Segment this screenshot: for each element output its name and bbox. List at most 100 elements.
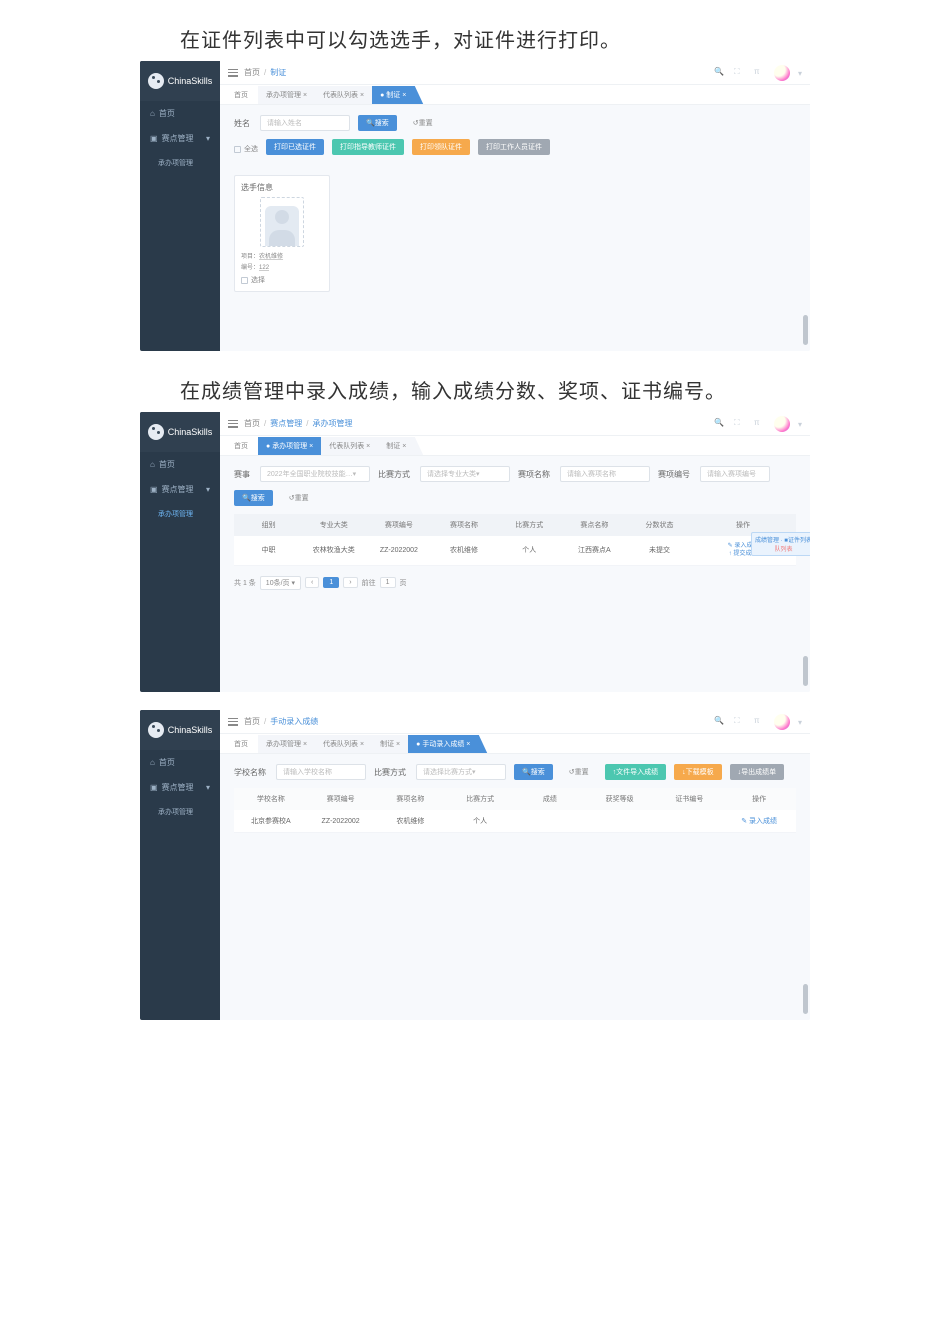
breadcrumb-home[interactable]: 首页 [244,716,260,727]
main-area: 首页 / 制证 🔍 ⛶ π ▾ 首页 承办项管理 × 代表队列表 × ● 制证 … [220,61,810,351]
hamburger-icon[interactable] [228,718,238,726]
filter-row: 学校名称 请输入学校名称 比赛方式 请选择比赛方式 ▾ 🔍 搜索 ↺ 重置 ↑ … [234,764,796,780]
font-icon[interactable]: π [754,67,766,79]
print-selected-button[interactable]: 打印已选证件 [266,139,324,155]
bc-sponsor-mgr[interactable]: 承办项管理 × [258,735,315,753]
pager-goto-input[interactable]: 1 [380,577,396,588]
pager-next[interactable]: › [343,577,357,588]
top-toolbar: 🔍 ⛶ π ▾ [714,416,802,432]
font-icon[interactable]: π [754,716,766,728]
print-team-button[interactable]: 打印领队证件 [412,139,470,155]
chevron-down-icon[interactable]: ▾ [798,69,802,78]
code-input[interactable]: 请输入赛项编号 [700,466,770,482]
search-button[interactable]: 🔍 搜索 [358,115,397,131]
td-status: 未提交 [629,545,690,555]
mode-select[interactable]: 请选择专业大类 ▾ [420,466,510,482]
filter-row: 赛事 2022年全国职业院校技能… ▾ 比赛方式 请选择专业大类 ▾ 赛项名称 … [234,466,796,482]
topbar: 首页 / 手动录入成绩 🔍 ⛶ π ▾ [220,710,810,734]
bc-home[interactable]: 首页 [224,86,258,104]
pager-size[interactable]: 10条/页 ▾ [260,576,301,590]
import-file-button[interactable]: ↑ 文件导入成绩 [605,764,667,780]
th-mode: 比赛方式 [499,520,560,530]
print-staff-button[interactable]: 打印工作人员证件 [478,139,550,155]
search-button[interactable]: 🔍 搜索 [234,490,273,506]
breadcrumb-home[interactable]: 首页 [244,67,260,78]
search-icon[interactable]: 🔍 [714,67,726,79]
reset-button[interactable]: ↺ 重置 [281,490,317,506]
reset-button[interactable]: ↺ 重置 [405,115,441,131]
sidebar-bureau[interactable]: 承办项管理 [140,502,220,526]
th-code: 赛项编号 [368,520,429,530]
download-template-button[interactable]: ↓ 下载模板 [674,764,722,780]
scrollbar-thumb[interactable] [803,656,808,686]
th-code: 赛项编号 [308,794,374,804]
bc-home[interactable]: 首页 [224,735,258,753]
home-icon: ⌂ [150,758,155,767]
search-icon[interactable]: 🔍 [714,716,726,728]
font-icon[interactable]: π [754,418,766,430]
reset-button[interactable]: ↺ 重置 [561,764,597,780]
action-enter-score[interactable]: ✎ 录入成绩 [726,816,792,826]
fullscreen-icon[interactable]: ⛶ [734,418,746,430]
select-all[interactable]: 全选 [234,144,258,154]
bc-cert[interactable]: 制证 × [378,437,414,455]
bc-sponsor-mgr-active[interactable]: ● 承办项管理 × [258,437,321,455]
school-input[interactable]: 请输入学校名称 [276,764,366,780]
content: 姓名 请输入姓名 🔍 搜索 ↺ 重置 全选 打印已选证件 打印指导教师证件 打印… [220,105,810,351]
sidebar-home[interactable]: ⌂首页 [140,750,220,775]
bc-cert[interactable]: 制证 × [372,735,408,753]
sidebar-home[interactable]: ⌂首页 [140,452,220,477]
breadcrumb-current: 制证 [270,67,286,78]
chevron-down-icon[interactable]: ▾ [798,718,802,727]
th-school: 学校名称 [238,794,304,804]
hamburger-icon[interactable] [228,69,238,77]
top-toolbar: 🔍 ⛶ π ▾ [714,714,802,730]
name-input[interactable]: 请输入姓名 [260,115,350,131]
scrollbar-thumb[interactable] [803,315,808,345]
code-label: 赛项编号 [658,469,690,480]
bc-manual-entry-active[interactable]: ● 手动录入成绩 × [408,735,478,753]
item-input[interactable]: 请输入赛项名称 [560,466,650,482]
hamburger-icon[interactable] [228,420,238,428]
chevron-down-icon[interactable]: ▾ [798,420,802,429]
breadcrumb-home[interactable]: 首页 [244,418,260,429]
th-name: 赛项名称 [433,520,494,530]
bc-sponsor-mgr[interactable]: 承办项管理 × [258,86,315,104]
bc-team-list[interactable]: 代表队列表 × [315,735,372,753]
screenshot-score-mgr: ChinaSkills ⌂首页 ▣赛点管理▾ 承办项管理 首页 / 赛点管理 /… [140,412,810,692]
avatar[interactable] [774,416,790,432]
search-icon[interactable]: 🔍 [714,418,726,430]
sidebar-site-mgr[interactable]: ▣赛点管理▾ [140,477,220,502]
sidebar-bureau[interactable]: 承办项管理 [140,151,220,175]
mode-select[interactable]: 请选择比赛方式 ▾ [416,764,506,780]
caption-score-entry: 在成绩管理中录入成绩，输入成绩分数、奖项、证书编号。 [180,375,950,404]
avatar[interactable] [774,714,790,730]
export-button[interactable]: ↓ 导出成绩单 [730,764,785,780]
fullscreen-icon[interactable]: ⛶ [734,67,746,79]
event-select[interactable]: 2022年全国职业院校技能… ▾ [260,466,370,482]
pager-prev[interactable]: ‹ [305,577,319,588]
topbar: 首页 / 制证 🔍 ⛶ π ▾ [220,61,810,85]
chevron-down-icon: ▾ [206,134,210,143]
bc-cert-active[interactable]: ● 制证 × [372,86,414,104]
screenshot-manual-entry: ChinaSkills ⌂首页 ▣赛点管理▾ 承办项管理 首页 / 手动录入成绩… [140,710,810,1020]
bc-team-list[interactable]: 代表队列表 × [321,437,378,455]
card-select[interactable]: 选择 [241,275,323,285]
sidebar-bureau[interactable]: 承办项管理 [140,800,220,824]
sidebar-site-mgr[interactable]: ▣赛点管理▾ [140,775,220,800]
sidebar: ChinaSkills ⌂首页 ▣赛点管理▾ 承办项管理 [140,710,220,1020]
screenshot-cert-list: ChinaSkills ⌂ 首页 ▣ 赛点管理 ▾ 承办项管理 首页 / 制证 … [140,61,810,351]
search-button[interactable]: 🔍 搜索 [514,764,553,780]
items-table: 组别 专业大类 赛项编号 赛项名称 比赛方式 赛点名称 分数状态 操作 中职 农… [234,514,796,566]
bc-home[interactable]: 首页 [224,437,258,455]
sidebar-home[interactable]: ⌂ 首页 [140,101,220,126]
fullscreen-icon[interactable]: ⛶ [734,716,746,728]
print-teacher-button[interactable]: 打印指导教师证件 [332,139,404,155]
scrollbar-thumb[interactable] [803,984,808,1014]
sidebar-site-mgr[interactable]: ▣ 赛点管理 ▾ [140,126,220,151]
breadcrumb-mid[interactable]: 赛点管理 [270,418,302,429]
bc-team-list[interactable]: 代表队列表 × [315,86,372,104]
pager-page-1[interactable]: 1 [323,577,339,588]
folder-icon: ▣ [150,485,158,494]
avatar[interactable] [774,65,790,81]
